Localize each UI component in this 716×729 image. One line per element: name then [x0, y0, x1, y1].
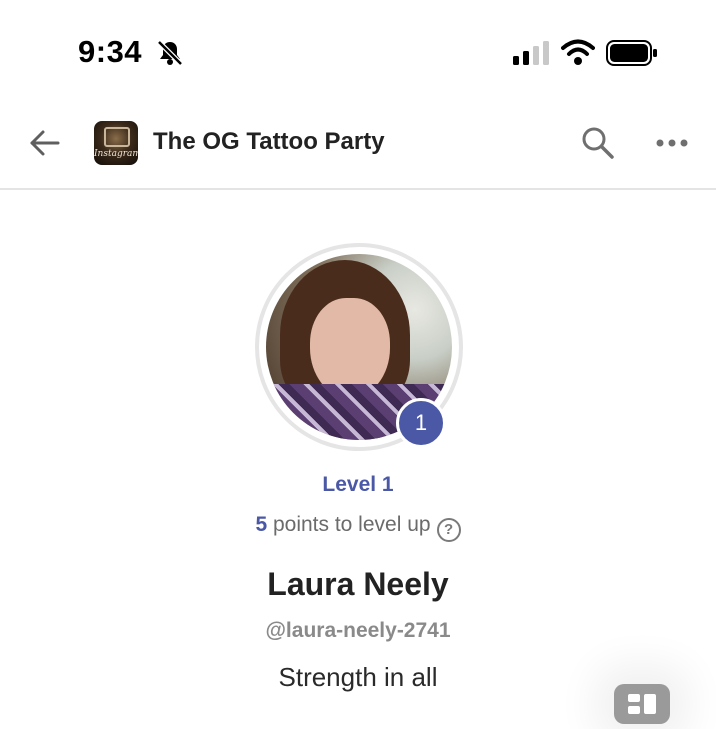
- more-icon[interactable]: [656, 138, 688, 148]
- level-label: Level 1: [322, 473, 394, 496]
- group-thumbnail[interactable]: Instagram: [94, 121, 138, 165]
- status-bar: 9:34: [0, 0, 716, 100]
- bell-slash-icon: [157, 40, 183, 66]
- avatar-face: [310, 298, 390, 398]
- cellular-signal-icon: [513, 41, 549, 65]
- thumbnail-frame: [104, 127, 130, 147]
- points-value: 5: [255, 513, 268, 536]
- group-title[interactable]: The OG Tattoo Party: [153, 128, 385, 156]
- battery-icon: [606, 40, 657, 66]
- layout-icon: [628, 694, 656, 714]
- points-to-level-up: 5 points to level up?: [0, 513, 716, 542]
- help-icon[interactable]: ?: [436, 518, 461, 542]
- clock: 9:34: [78, 34, 143, 69]
- profile-name: Laura Neely: [267, 566, 449, 602]
- points-text: points to level up: [267, 513, 431, 536]
- wifi-icon: [561, 39, 595, 65]
- level-badge: 1: [396, 398, 446, 448]
- back-arrow-icon[interactable]: [28, 126, 62, 160]
- top-nav-bar: Instagram The OG Tattoo Party: [0, 100, 716, 190]
- profile-handle: @laura-neely-2741: [265, 619, 451, 642]
- thumbnail-caption: Instagram: [94, 149, 138, 159]
- profile-bio: Strength in all: [278, 662, 438, 692]
- floating-action-button[interactable]: [614, 684, 670, 724]
- search-icon[interactable]: [580, 125, 616, 161]
